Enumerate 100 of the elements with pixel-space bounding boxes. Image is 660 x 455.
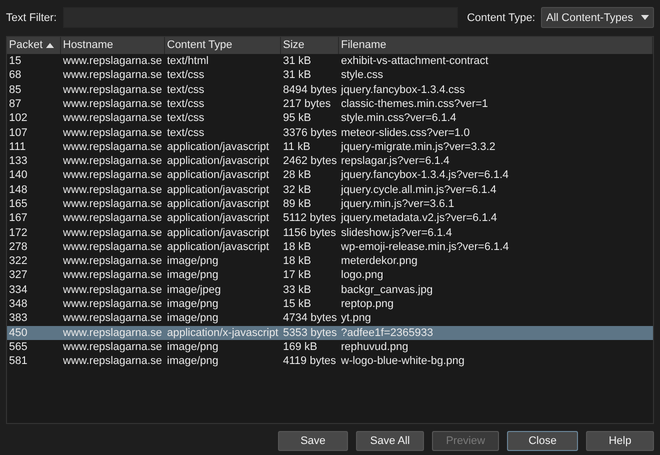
table-cell-text: www.repslagarna.se — [62, 226, 164, 240]
table-cell-text: 87 — [8, 96, 22, 111]
packet-row[interactable]: 581 www.repslagarna.se image/png 4119 bytes w-logo-blue-white-bg.png — [7, 354, 653, 368]
packet-row[interactable]: 133 www.repslagarna.se application/javascript 2462 bytes repslagar.js?ver=6.1.4 — [7, 154, 653, 168]
content-type-dropdown[interactable]: All Content-Types — [541, 7, 654, 28]
table-cell-text: meterdekor.png — [340, 254, 418, 268]
table-cell-text: style.min.css?ver=6.1.4 — [340, 111, 458, 126]
packet-row[interactable]: 15 www.repslagarna.se text/html 31 kB exhibit-vs-attachment-contract — [7, 54, 653, 68]
table-cell-text: 32 kB — [282, 182, 312, 197]
table-cell-text: jquery.fancybox-1.3.4.css — [340, 82, 466, 97]
table-cell-text: text/html — [166, 54, 210, 68]
table-cell-text: 167 — [8, 211, 28, 226]
table-cell-text: 169 kB — [282, 340, 318, 354]
table-cell-text: 348 — [8, 297, 28, 312]
table-cell-text: 148 — [8, 182, 28, 197]
table-cell-text: text/css — [166, 111, 206, 126]
table-cell-text: slideshow.js?ver=6.1.4 — [340, 226, 453, 240]
table-cell-text: application/javascript — [166, 226, 270, 240]
column-header[interactable]: Size — [281, 36, 339, 54]
table-cell-text: jquery.fancybox-1.3.4.js?ver=6.1.4 — [340, 168, 510, 182]
table-cell-text: 133 — [8, 154, 28, 168]
table-cell-text: classic-themes.min.css?ver=1 — [340, 96, 490, 111]
table-cell-text: text/css — [166, 82, 206, 97]
table-cell-text: rephuvud.png — [340, 340, 410, 354]
table-cell-text: 31 kB — [282, 68, 312, 82]
dialog-button[interactable]: Help — [586, 431, 654, 451]
table-cell-text: wp-emoji-release.min.js?ver=6.1.4 — [340, 240, 510, 254]
column-header[interactable]: Packet — [7, 36, 61, 54]
packet-row[interactable]: 87 www.repslagarna.se text/css 217 bytes classic-themes.min.css?ver=1 — [7, 96, 653, 112]
packet-row[interactable]: 383 www.repslagarna.se image/png 4734 bytes yt.png — [7, 311, 653, 326]
table-cell-text: 217 bytes — [282, 96, 332, 111]
table-cell-text: reptop.png — [340, 297, 395, 312]
table-cell-text: 68 — [8, 68, 22, 82]
table-cell-text: 172 — [8, 226, 28, 240]
packet-row[interactable]: 111 www.repslagarna.se application/javascript 11 kB jquery-migrate.min.js?ver=3.3.2 — [7, 140, 653, 154]
table-cell-text: ?adfee1f=2365933 — [340, 326, 434, 340]
table-cell-text: 31 kB — [282, 54, 312, 68]
table-cell-text: application/javascript — [166, 182, 270, 197]
table-cell-text: 28 kB — [282, 168, 312, 182]
table-cell-text: repslagar.js?ver=6.1.4 — [340, 154, 451, 168]
table-cell-text: www.repslagarna.se — [62, 326, 164, 340]
table-cell-text: text/css — [166, 96, 206, 111]
packet-row[interactable]: 348 www.repslagarna.se image/png 15 kB reptop.png — [7, 296, 653, 312]
packet-row[interactable]: 167 www.repslagarna.se application/javascript 5112 bytes jquery.metadata.v2.js?ver=6.1.4 — [7, 211, 653, 226]
column-header[interactable]: Content Type — [165, 36, 281, 54]
table-cell-text: style.css — [340, 68, 384, 82]
table-cell-text: www.repslagarna.se — [62, 96, 164, 111]
table-cell-text: 4119 bytes — [282, 354, 338, 368]
packet-row[interactable]: 140 www.repslagarna.se application/javascript 28 kB jquery.fancybox-1.3.4.js?ver=6.1.4 — [7, 168, 653, 183]
packet-row[interactable]: 85 www.repslagarna.se text/css 8494 bytes jquery.fancybox-1.3.4.css — [7, 82, 653, 97]
table-cell-text: 4734 bytes — [282, 311, 338, 326]
column-header[interactable]: Filename — [339, 36, 653, 54]
dialog-button[interactable]: Save All — [356, 431, 424, 451]
table-cell-text: 15 kB — [282, 297, 312, 312]
table-cell-text: jquery.metadata.v2.js?ver=6.1.4 — [340, 211, 498, 226]
table-cell-text: exhibit-vs-attachment-contract — [340, 54, 490, 68]
table-cell-text: 102 — [8, 111, 28, 126]
table-cell-text: 18 kB — [282, 240, 312, 254]
table-cell-text: text/css — [166, 126, 206, 140]
packet-row[interactable]: 107 www.repslagarna.se text/css 3376 bytes meteor-slides.css?ver=1.0 — [7, 125, 653, 140]
packet-row[interactable]: 565 www.repslagarna.se image/png 169 kB rephuvud.png — [7, 340, 653, 354]
table-cell-text: 8494 bytes — [282, 82, 338, 97]
packet-row[interactable]: 172 www.repslagarna.se application/javascript 1156 bytes slideshow.js?ver=6.1.4 — [7, 225, 653, 240]
packet-row[interactable]: 68 www.repslagarna.se text/css 31 kB style.css — [7, 68, 653, 82]
table-cell-text: logo.png — [340, 268, 384, 282]
table-cell-text: w-logo-blue-white-bg.png — [340, 354, 466, 368]
table-cell-text: www.repslagarna.se — [62, 168, 164, 182]
table-cell-text: www.repslagarna.se — [62, 240, 164, 254]
table-cell-text: image/png — [166, 268, 220, 282]
packet-row[interactable]: 327 www.repslagarna.se image/png 17 kB logo.png — [7, 268, 653, 283]
table-cell-text: 334 — [8, 282, 28, 297]
table-cell-text: 581 — [8, 354, 28, 368]
table-cell-text: jquery-migrate.min.js?ver=3.3.2 — [340, 140, 496, 154]
dropdown-caret-icon — [641, 15, 649, 20]
dialog-button[interactable]: Save — [278, 431, 348, 451]
table-cell-text: www.repslagarna.se — [62, 254, 164, 268]
packet-row[interactable]: 322 www.repslagarna.se image/png 18 kB meterdekor.png — [7, 254, 653, 268]
table-cell-text: 450 — [8, 326, 28, 340]
table-cell-text: www.repslagarna.se — [62, 197, 164, 211]
packet-row[interactable]: 165 www.repslagarna.se application/javascript 89 kB jquery.min.js?ver=3.6.1 — [7, 196, 653, 212]
table-cell-text: 383 — [8, 311, 28, 326]
column-header[interactable]: Hostname — [61, 36, 165, 54]
table-cell-text: 327 — [8, 268, 28, 282]
table-cell-text: application/javascript — [166, 168, 270, 182]
dialog-button[interactable]: Close — [507, 431, 578, 451]
packet-row[interactable]: 334 www.repslagarna.se image/jpeg 33 kB backgr_canvas.jpg — [7, 282, 653, 297]
packet-row[interactable]: 148 www.repslagarna.se application/javascript 32 kB jquery.cycle.all.min.js?ver=6.1.4 — [7, 182, 653, 197]
table-cell-text: application/javascript — [166, 140, 270, 154]
table-cell-text: www.repslagarna.se — [62, 340, 164, 354]
packet-row[interactable]: 450 www.repslagarna.se application/x-javascript 5353 bytes ?adfee1f=2365933 — [7, 326, 653, 340]
table-cell-text: image/png — [166, 311, 220, 326]
table-cell-text: 17 kB — [282, 268, 312, 282]
table-cell-text: www.repslagarna.se — [62, 126, 164, 140]
packet-row[interactable]: 102 www.repslagarna.se text/css 95 kB style.min.css?ver=6.1.4 — [7, 111, 653, 126]
packet-row[interactable]: 278 www.repslagarna.se application/javascript 18 kB wp-emoji-release.min.js?ver=6.1.4 — [7, 240, 653, 254]
table-cell-text: 89 kB — [282, 197, 312, 211]
table-cell-text: www.repslagarna.se — [62, 140, 164, 154]
table-cell-text: application/x-javascript — [166, 326, 280, 340]
table-cell-text: www.repslagarna.se — [62, 54, 164, 68]
table-cell-text: 278 — [8, 240, 28, 254]
